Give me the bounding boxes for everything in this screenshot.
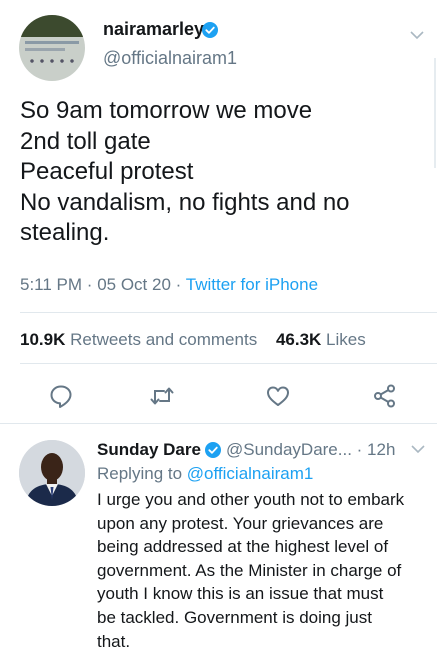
- tweet-thread-screen: nairamarley @officialnairam1 So 9am tomo…: [0, 0, 437, 657]
- tweet-time: 5:11 PM: [20, 275, 83, 294]
- reply-text-line: government. As the Minister in charge of: [97, 560, 402, 580]
- reply-text-line: upon any protest. Your grievances are: [97, 513, 384, 533]
- retweet-icon[interactable]: [149, 383, 175, 409]
- engagement-stats: 10.9K Retweets and comments 46.3K Likes: [20, 330, 366, 350]
- tweet-text-line: 2nd toll gate: [20, 127, 151, 155]
- tweet-text-line: Peaceful protest: [20, 158, 194, 185]
- tweet-text-line: stealing.: [20, 219, 110, 246]
- reply-author-display-name[interactable]: Sunday Dare: [97, 440, 201, 460]
- tweet-text-line: No vandalism, no fights and no: [20, 188, 350, 216]
- tweet-text: So 9am tomorrow we move 2nd toll gate Pe…: [20, 96, 420, 249]
- reply-text-line: I urge you and other youth not to embark: [97, 490, 405, 509]
- reply-text-line: youth I know this is an issue that must: [97, 584, 384, 604]
- retweets-count[interactable]: 10.9K: [20, 330, 65, 349]
- likes-count[interactable]: 46.3K: [276, 330, 321, 349]
- reply-text-line: being addressed at the highest level of: [97, 537, 389, 557]
- meta-separator: ·: [86, 275, 93, 294]
- tweet-text-line: So 9am tomorrow we move: [20, 97, 313, 124]
- share-icon[interactable]: [372, 383, 398, 409]
- likes-label[interactable]: Likes: [326, 330, 366, 349]
- tweet-source-link[interactable]: Twitter for iPhone: [186, 275, 318, 294]
- author-handle[interactable]: @officialnairam1: [103, 48, 237, 69]
- author-display-name[interactable]: nairamarley: [103, 19, 204, 40]
- replying-to-handle[interactable]: @officialnairam1: [187, 464, 314, 483]
- tweet-date: 05 Oct 20: [97, 275, 171, 294]
- reply-text: I urge you and other youth not to embark…: [97, 488, 432, 653]
- tweet-timestamp: 5:11 PM · 05 Oct 20 · Twitter for iPhone: [20, 275, 318, 295]
- avatar[interactable]: [19, 440, 85, 506]
- main-tweet: nairamarley @officialnairam1 So 9am tomo…: [0, 0, 437, 420]
- divider: [20, 363, 437, 364]
- like-icon[interactable]: [265, 383, 291, 409]
- verified-badge-icon: [205, 442, 221, 458]
- reply-handle-time[interactable]: @SundayDare... · 12h: [226, 440, 395, 460]
- chevron-down-icon[interactable]: [411, 444, 425, 454]
- replying-to-label: Replying to: [97, 464, 183, 483]
- divider: [20, 312, 437, 313]
- chevron-down-icon[interactable]: [410, 30, 424, 40]
- verified-badge-icon: [202, 22, 218, 38]
- avatar[interactable]: [19, 15, 85, 81]
- reply-text-line: that.: [97, 631, 131, 651]
- scrollbar[interactable]: [434, 58, 436, 168]
- divider: [0, 423, 437, 424]
- retweets-label[interactable]: Retweets and comments: [70, 330, 257, 349]
- meta-separator: ·: [175, 275, 182, 294]
- reply-text-line: be tackled. Government is doing just: [97, 607, 372, 627]
- reply-icon[interactable]: [48, 383, 74, 409]
- replying-to: Replying to @officialnairam1: [97, 464, 313, 484]
